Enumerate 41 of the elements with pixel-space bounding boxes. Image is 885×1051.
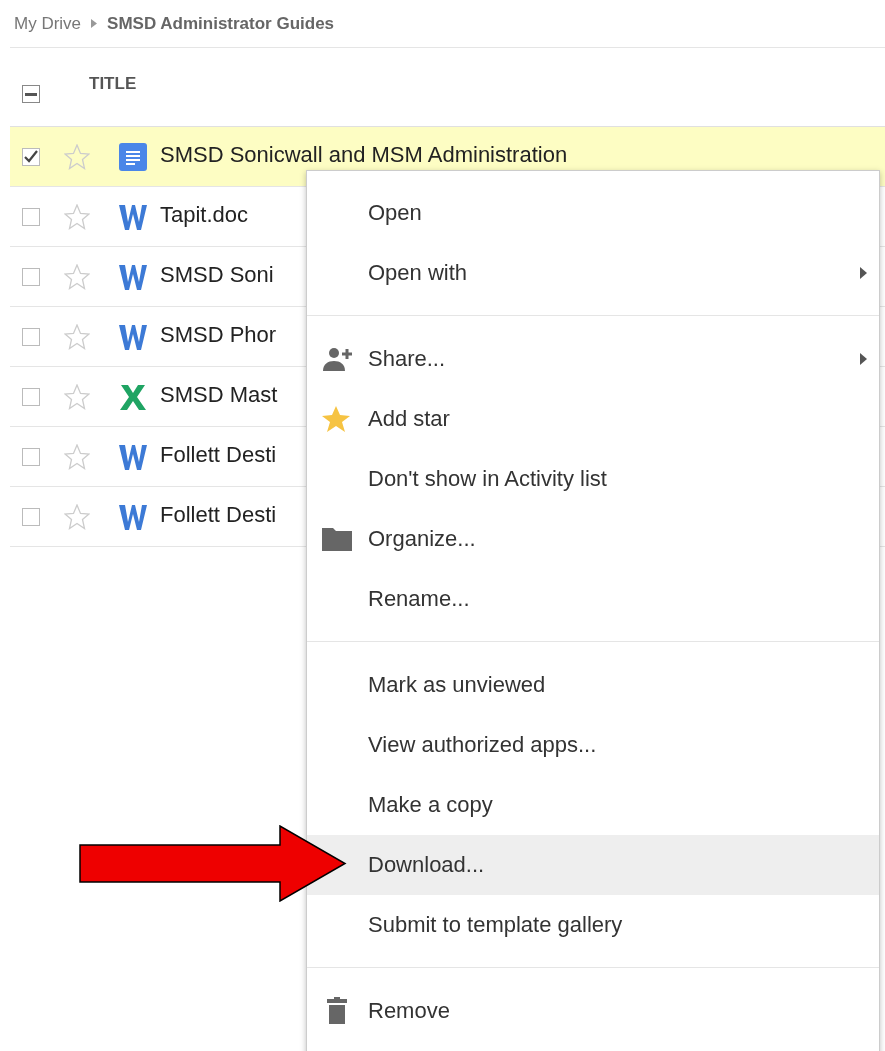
file-name[interactable]: SMSD Phor [160, 321, 277, 348]
file-name[interactable]: SMSD Soni [160, 261, 274, 288]
star-icon[interactable] [64, 323, 90, 350]
star-icon[interactable] [64, 203, 90, 230]
checkbox[interactable] [22, 147, 40, 166]
menu-item[interactable]: Download... [307, 835, 879, 895]
folder-icon [321, 525, 353, 553]
menu-item[interactable]: Open with [307, 243, 879, 303]
checkbox[interactable] [22, 327, 40, 346]
star-icon[interactable] [64, 263, 90, 290]
menu-item[interactable]: Submit to template gallery [307, 895, 879, 955]
breadcrumb-link[interactable]: My Drive [14, 13, 82, 34]
menu-item[interactable]: Mark as unviewed [307, 655, 879, 715]
checkbox[interactable] [22, 507, 40, 526]
document-icon [118, 141, 148, 172]
file-name[interactable]: Tapit.doc [160, 201, 249, 228]
star-icon[interactable] [64, 443, 90, 470]
star-icon[interactable] [64, 503, 90, 530]
checkbox[interactable] [22, 267, 40, 286]
file-name[interactable]: Follett Desti [160, 501, 277, 528]
menu-item[interactable]: Don't show in Activity list [307, 449, 879, 509]
menu-item[interactable]: Remove [307, 981, 879, 1041]
star-icon[interactable] [64, 383, 90, 410]
checkbox[interactable] [22, 387, 40, 406]
file-name[interactable]: Follett Desti [160, 441, 277, 468]
menu-item[interactable]: Organize... [307, 509, 879, 569]
menu-item[interactable]: View authorized apps... [307, 715, 879, 775]
menu-item[interactable]: Share... [307, 329, 879, 389]
add-person-icon [321, 345, 353, 373]
menu-item[interactable]: Add star [307, 389, 879, 449]
select-all-checkbox[interactable] [22, 85, 40, 103]
file-name[interactable]: SMSD Mast [160, 381, 278, 408]
checkbox[interactable] [22, 207, 40, 226]
menu-item[interactable]: Rename... [307, 569, 879, 629]
column-header[interactable]: TITLE [89, 56, 137, 94]
checkbox[interactable] [22, 447, 40, 466]
chevron-icon [91, 19, 98, 28]
breadcrumb-current[interactable]: SMSD Administrator Guides [107, 13, 335, 34]
star-icon[interactable] [64, 143, 90, 170]
menu-item[interactable]: Make a copy [307, 775, 879, 835]
file-name[interactable]: SMSD Sonicwall and MSM Administration [160, 141, 568, 168]
